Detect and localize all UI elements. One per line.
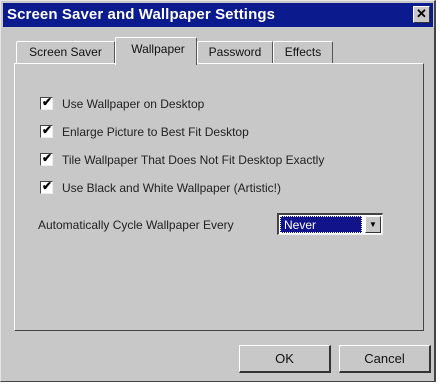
close-button[interactable]: ✕ xyxy=(413,6,430,23)
tab-label: Password xyxy=(208,45,262,59)
wallpaper-panel: ✔ Use Wallpaper on Desktop ✔ Enlarge Pic… xyxy=(14,63,424,331)
checkmark-icon: ✔ xyxy=(42,179,53,193)
cycle-label: Automatically Cycle Wallpaper Every xyxy=(38,218,234,232)
tab-screen-saver[interactable]: Screen Saver xyxy=(16,41,115,63)
enlarge-picture-checkbox[interactable]: ✔ xyxy=(40,123,53,138)
window-title: Screen Saver and Wallpaper Settings xyxy=(7,6,276,23)
option-label: Tile Wallpaper That Does Not Fit Desktop… xyxy=(62,153,325,167)
tab-password[interactable]: Password xyxy=(197,41,273,63)
tab-wallpaper[interactable]: Wallpaper xyxy=(115,37,197,65)
checkmark-icon: ✔ xyxy=(42,123,53,137)
dropdown-arrow-icon[interactable]: ▼ xyxy=(365,216,381,233)
black-white-checkbox[interactable]: ✔ xyxy=(40,179,53,194)
option-label: Use Wallpaper on Desktop xyxy=(62,97,205,111)
ok-button[interactable]: OK xyxy=(239,345,331,373)
tab-label: Screen Saver xyxy=(29,45,102,59)
cycle-selected-value: Never xyxy=(280,216,362,233)
tab-effects[interactable]: Effects xyxy=(273,41,333,63)
option-label: Enlarge Picture to Best Fit Desktop xyxy=(62,125,249,139)
tab-label: Wallpaper xyxy=(131,42,185,56)
option-label: Use Black and White Wallpaper (Artistic!… xyxy=(62,181,281,195)
tab-label: Effects xyxy=(284,45,322,59)
cycle-dropdown[interactable]: Never ▼ xyxy=(277,213,383,235)
checkmark-icon: ✔ xyxy=(42,151,53,165)
cancel-button[interactable]: Cancel xyxy=(339,345,431,373)
checkmark-icon: ✔ xyxy=(42,95,53,109)
settings-dialog: Screen Saver and Wallpaper Settings ✕ Sc… xyxy=(0,0,436,382)
title-bar[interactable]: Screen Saver and Wallpaper Settings ✕ xyxy=(3,3,433,27)
close-icon: ✕ xyxy=(416,6,427,21)
use-wallpaper-checkbox[interactable]: ✔ xyxy=(40,95,53,110)
tile-wallpaper-checkbox[interactable]: ✔ xyxy=(40,151,53,166)
